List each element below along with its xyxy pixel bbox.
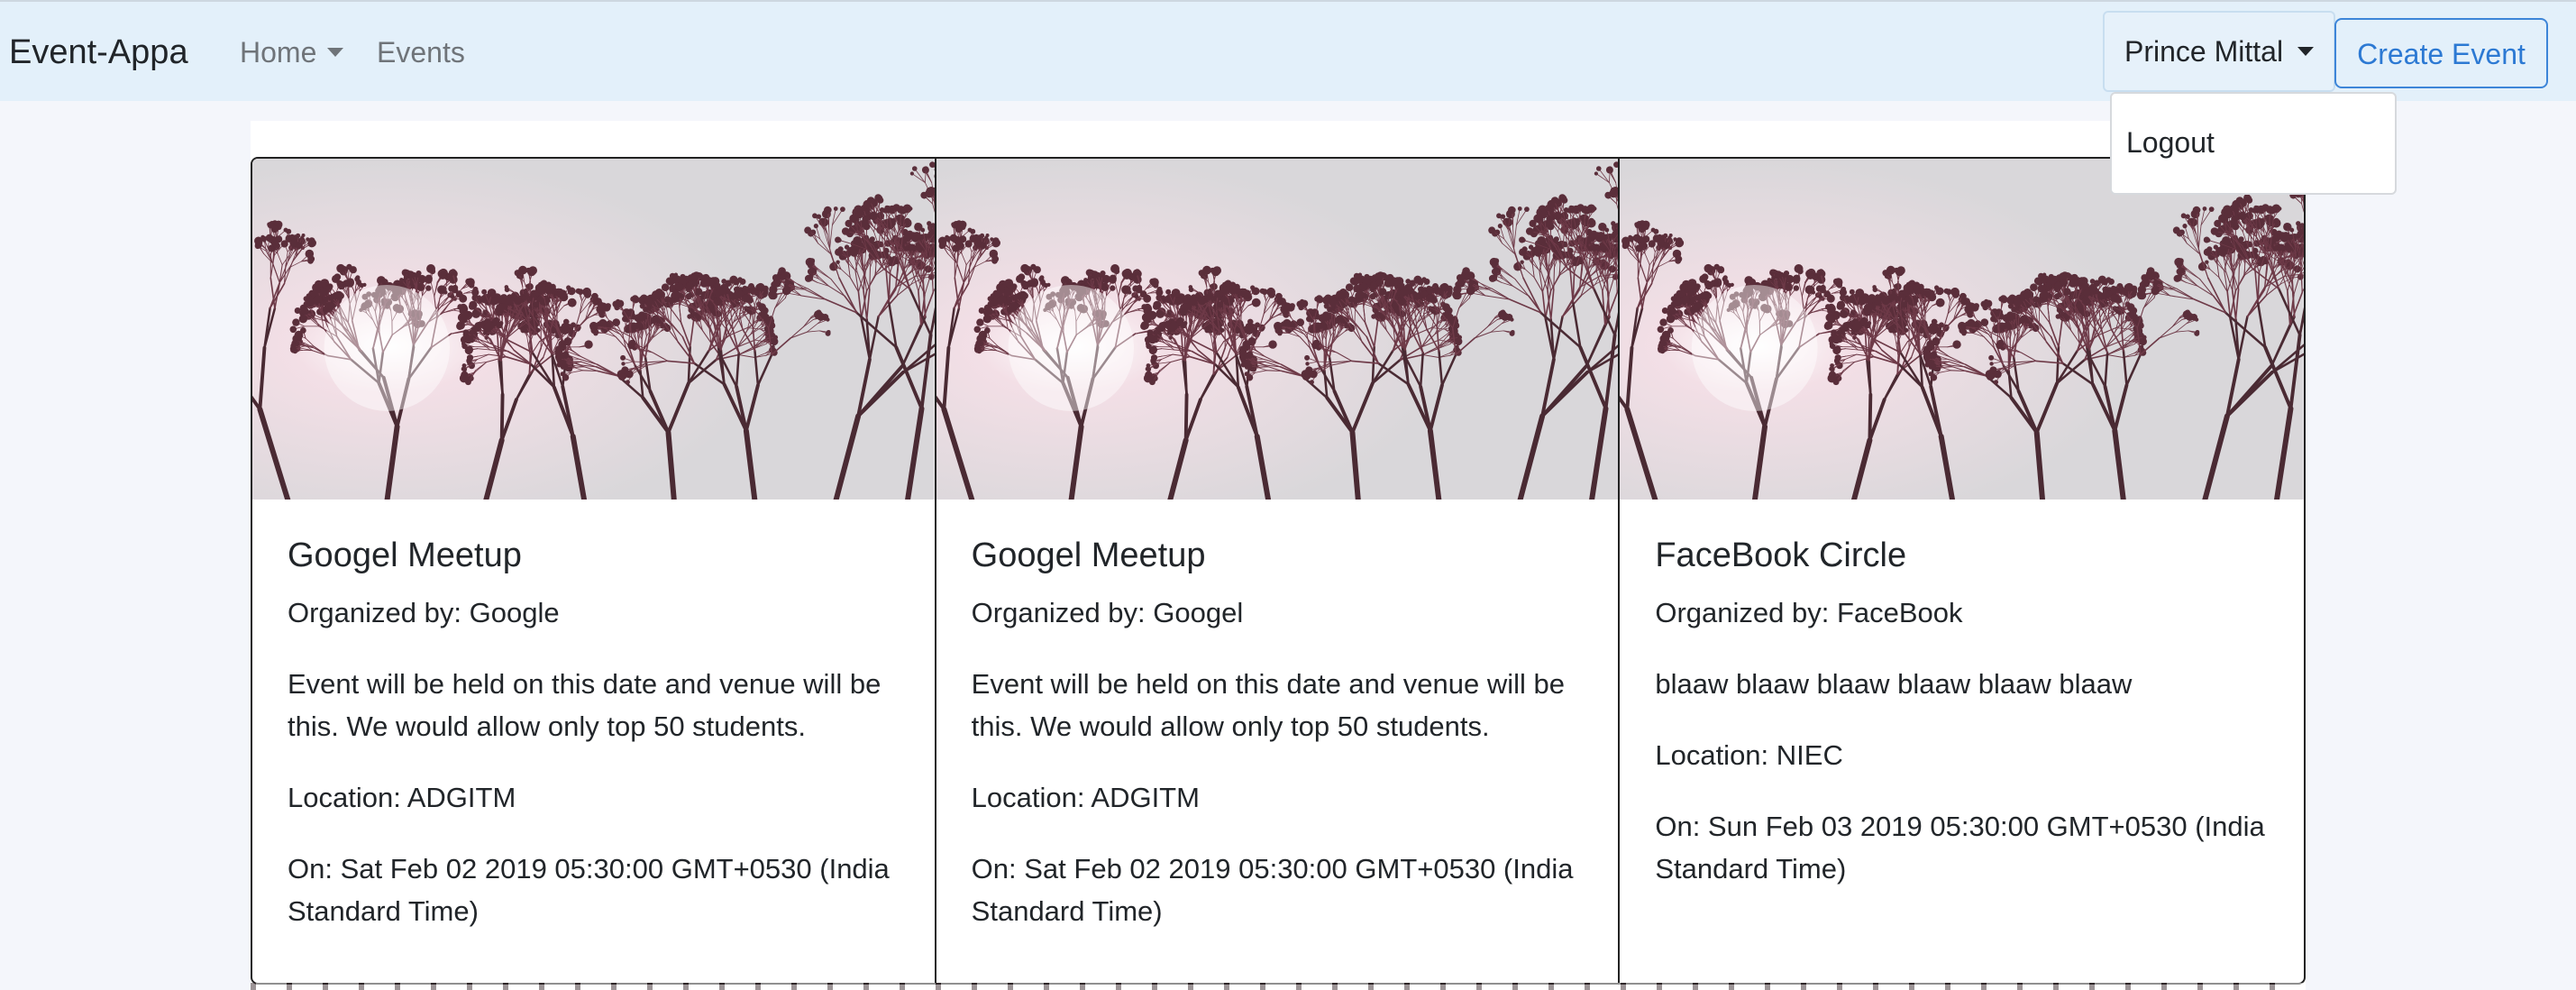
event-title: Googel Meetup bbox=[288, 536, 522, 574]
event-card[interactable]: Googel Meetup Organized by: Google Event… bbox=[252, 159, 936, 983]
event-organizer: Organized by: Googel bbox=[971, 597, 1244, 628]
event-location: Location: ADGITM bbox=[288, 782, 516, 813]
event-title: Googel Meetup bbox=[971, 536, 1206, 574]
navbar: Event-Appa Home Events Prince Mittal Cre… bbox=[0, 0, 2576, 101]
nav-home-dropdown[interactable]: Home bbox=[240, 34, 344, 70]
logout-menu-item[interactable]: Logout bbox=[2126, 124, 2215, 160]
event-card-group: Googel Meetup Organized by: Google Event… bbox=[251, 157, 2306, 985]
tree-branches-sunlight-image bbox=[1620, 159, 2304, 500]
user-menu-toggle[interactable]: Prince Mittal bbox=[2103, 11, 2335, 92]
event-organizer: Organized by: FaceBook bbox=[1655, 597, 1963, 628]
card-body: Googel Meetup Organized by: Google Event… bbox=[252, 500, 935, 932]
user-name: Prince Mittal bbox=[2124, 35, 2284, 68]
event-date: On: Sun Feb 03 2019 05:30:00 GMT+0530 (I… bbox=[1655, 811, 2265, 885]
event-location: Location: NIEC bbox=[1655, 739, 1843, 771]
event-date: On: Sat Feb 02 2019 05:30:00 GMT+0530 (I… bbox=[288, 853, 890, 927]
tree-branches-sunlight-image bbox=[936, 159, 1619, 500]
event-description: Event will be held on this date and venu… bbox=[971, 668, 1565, 742]
tree-branches-sunlight-image bbox=[252, 159, 935, 500]
create-event-button[interactable]: Create Event bbox=[2334, 18, 2548, 88]
chevron-down-icon bbox=[327, 47, 344, 57]
event-description: Event will be held on this date and venu… bbox=[288, 668, 882, 742]
nav-events-link[interactable]: Events bbox=[377, 34, 465, 70]
card-body: Googel Meetup Organized by: Googel Event… bbox=[936, 500, 1619, 932]
event-card[interactable]: FaceBook Circle Organized by: FaceBook b… bbox=[1620, 159, 2304, 983]
event-card[interactable]: Googel Meetup Organized by: Googel Event… bbox=[936, 159, 1621, 983]
user-dropdown-menu: Logout bbox=[2110, 92, 2397, 195]
event-description: blaaw blaaw blaaw blaaw blaaw blaaw bbox=[1655, 668, 2133, 700]
card-body: FaceBook Circle Organized by: FaceBook b… bbox=[1620, 500, 2304, 890]
event-title: FaceBook Circle bbox=[1655, 536, 1907, 574]
next-row-image-edge bbox=[251, 983, 2306, 990]
nav-home-label: Home bbox=[240, 36, 317, 69]
event-date: On: Sat Feb 02 2019 05:30:00 GMT+0530 (I… bbox=[971, 853, 1574, 927]
event-location: Location: ADGITM bbox=[971, 782, 1200, 813]
brand-logo-text[interactable]: Event-Appa bbox=[9, 32, 188, 72]
chevron-down-icon bbox=[2297, 46, 2315, 56]
event-organizer: Organized by: Google bbox=[288, 597, 560, 628]
